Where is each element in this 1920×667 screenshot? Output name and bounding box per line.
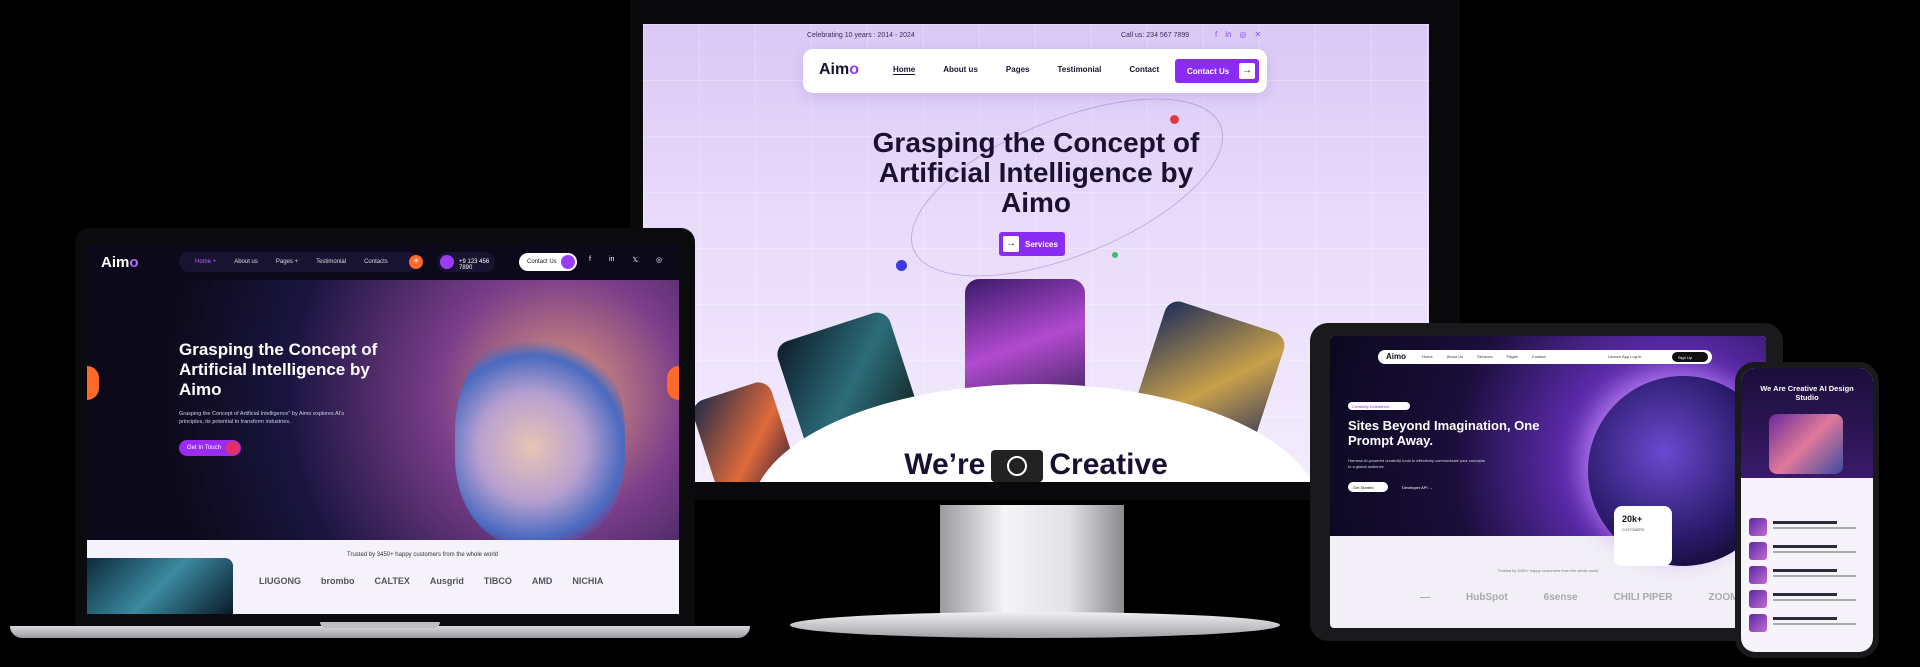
list-item[interactable] — [1749, 590, 1865, 608]
sign-up-button[interactable]: Sign Up — [1672, 352, 1708, 362]
client-logo: LIUGONG — [259, 576, 301, 586]
topbar-phone: Call us: 234 567 7899 — [1121, 32, 1190, 39]
tablet-hero-desc: Harness AI-powered creativity tools to e… — [1348, 458, 1485, 469]
menu-contacts[interactable]: Contacts — [364, 259, 388, 265]
phone-pill[interactable]: +9 123 456 7890 — [437, 252, 495, 272]
client-logo: brombo — [321, 576, 355, 586]
phone-screen: We Are Creative AI Design Studio — [1741, 368, 1873, 652]
plus-icon[interactable]: + — [409, 255, 423, 269]
trusted-text: Trusted by 3450+ happy customers from th… — [1497, 568, 1599, 573]
client-logo: AMD — [531, 576, 553, 586]
menu-about[interactable]: About us — [234, 259, 258, 265]
list-item[interactable] — [1749, 566, 1865, 584]
logo[interactable]: Aimo — [819, 61, 859, 79]
arrow-icon — [226, 441, 240, 455]
red-dot — [1170, 115, 1179, 124]
tablet-menu: Home About Us Services Pages Contact — [1422, 354, 1546, 359]
contact-us-button[interactable]: Contact Us — [519, 253, 577, 271]
facebook-icon[interactable]: f — [1215, 30, 1217, 39]
list-item[interactable] — [1749, 518, 1865, 536]
monitor-stand — [940, 505, 1124, 625]
arrow-icon — [561, 255, 575, 269]
arrow-right-icon: → — [1003, 236, 1019, 252]
client-logo: NICHIA — [572, 576, 604, 586]
tablet-navbar: Aimo Home About Us Services Pages Contac… — [1378, 350, 1712, 364]
menu-about[interactable]: About Us — [1447, 354, 1463, 359]
monitor-base — [790, 612, 1280, 638]
laptop-navbar: Aimo Home + About us Pages + Testimonial… — [87, 244, 679, 280]
facebook-icon[interactable]: f — [589, 256, 591, 264]
blue-dot — [896, 260, 907, 271]
main-menu: Home About us Pages Testimonial Contact — [893, 65, 1159, 75]
client-logo: ZOOM — [1708, 592, 1739, 603]
menu-pages[interactable]: Pages — [1006, 65, 1030, 75]
trusted-section: Trusted by 3450+ happy customers from th… — [87, 540, 679, 614]
menu-contact[interactable]: Contact — [1532, 354, 1546, 359]
laptop-hero-image — [87, 280, 679, 546]
hero-headline: Grasping the Concept of Artificial Intel… — [872, 127, 1200, 218]
phone-hero: We Are Creative AI Design Studio — [1741, 368, 1873, 478]
client-logo: HubSpot — [1466, 592, 1508, 603]
developer-api-link[interactable]: Developer API → — [1402, 485, 1433, 490]
laptop-menu: Home + About us Pages + Testimonial Cont… — [179, 252, 419, 272]
logo[interactable]: Aimo — [101, 254, 139, 271]
robot-face-image — [455, 326, 625, 546]
monitor-navbar: Aimo Home About us Pages Testimonial Con… — [803, 49, 1267, 93]
client-logo: CALTEX — [374, 576, 410, 586]
creativity-badge: Creativity Unleashed — [1348, 402, 1410, 410]
laptop-hero-desc: Grasping the Concept of Artificial Intel… — [179, 411, 345, 425]
instagram-icon[interactable]: ◎ — [1239, 30, 1246, 39]
tablet-screen: Aimo Home About Us Services Pages Contac… — [1330, 336, 1766, 628]
laptop-screen: Aimo Home + About us Pages + Testimonial… — [87, 244, 679, 614]
video-play-icon[interactable] — [991, 450, 1044, 482]
menu-home[interactable]: Home — [1422, 354, 1433, 359]
list-item[interactable] — [1749, 614, 1865, 632]
linkedin-icon[interactable]: in — [609, 256, 614, 264]
list-item[interactable] — [1749, 542, 1865, 560]
slider-next-arrow[interactable] — [667, 366, 679, 400]
menu-pages[interactable]: Pages — [1506, 354, 1517, 359]
services-button[interactable]: → Services — [999, 232, 1065, 256]
login-link[interactable]: Launch App Log In — [1608, 354, 1641, 359]
menu-testimonial[interactable]: Testimonial — [316, 259, 346, 265]
get-in-touch-button[interactable]: Get In Touch — [179, 440, 241, 456]
client-logo: TIBCO — [483, 576, 512, 586]
instagram-icon[interactable]: ◎ — [656, 256, 662, 264]
menu-testimonial[interactable]: Testimonial — [1057, 65, 1101, 75]
phone-hero-title: We Are Creative AI Design Studio — [1760, 384, 1854, 402]
phone-hero-image — [1769, 414, 1843, 474]
menu-home[interactable]: Home + — [195, 259, 216, 265]
menu-contact[interactable]: Contact — [1129, 65, 1159, 75]
x-icon[interactable]: 𝕏 — [632, 256, 638, 264]
laptop-social: f in 𝕏 ◎ — [589, 256, 662, 264]
customers-stat-card: 20k+ CUSTOMERS — [1614, 506, 1672, 566]
logo[interactable]: Aimo — [1386, 352, 1406, 361]
client-logos: LIUGONG brombo CALTEX Ausgrid TIBCO AMD … — [259, 576, 603, 586]
menu-services[interactable]: Services — [1477, 354, 1492, 359]
client-logo: 6sense — [1543, 592, 1578, 603]
phone-icon — [440, 255, 454, 269]
client-logo: CHILI PIPER — [1613, 592, 1673, 603]
topbar-social: f in ◎ ✕ — [1215, 30, 1261, 39]
arrow-right-icon: → — [1239, 63, 1255, 79]
trusted-text: Trusted by 3450+ happy customers from th… — [347, 552, 499, 558]
linkedin-icon[interactable]: in — [1225, 30, 1231, 39]
contact-us-button[interactable]: Contact Us → — [1175, 59, 1259, 83]
x-icon[interactable]: ✕ — [1254, 30, 1261, 39]
get-started-button[interactable]: Get Started — [1348, 482, 1388, 492]
laptop-hero-title: Grasping the Concept of Artificial Intel… — [179, 340, 378, 399]
laptop-notch — [320, 622, 440, 628]
client-logo: Ausgrid — [429, 576, 464, 586]
tablet-hero-title: Sites Beyond Imagination, One Prompt Awa… — [1348, 418, 1540, 448]
video-thumbnail[interactable] — [87, 558, 233, 614]
menu-home[interactable]: Home — [893, 65, 916, 75]
client-logo: — — [1420, 592, 1430, 603]
topbar-celebrating: Celebrating 10 years : 2014 - 2024 — [807, 32, 915, 39]
menu-about[interactable]: About us — [943, 65, 978, 75]
client-logos: — HubSpot 6sense CHILI PIPER ZOOM — [1420, 592, 1738, 603]
monitor-topbar: Celebrating 10 years : 2014 - 2024 Call … — [643, 30, 1429, 44]
green-dot — [1112, 252, 1118, 258]
menu-pages[interactable]: Pages + — [276, 259, 298, 265]
phone-list — [1749, 518, 1865, 638]
